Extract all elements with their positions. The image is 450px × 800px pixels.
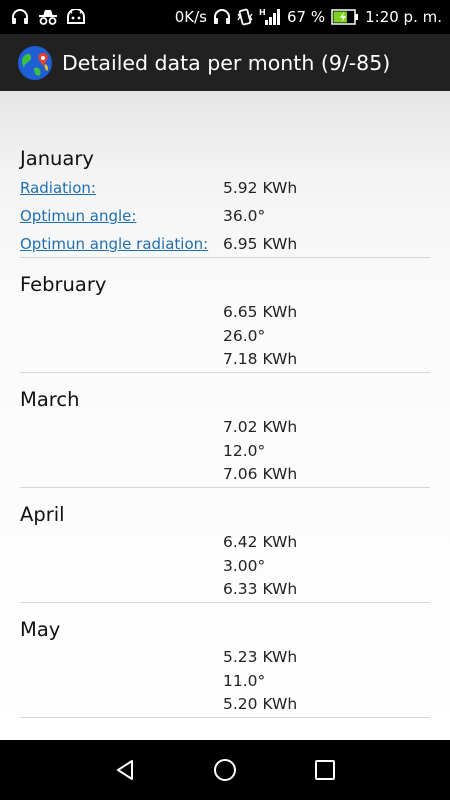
- radiation-value: 5.23 KWh: [223, 648, 298, 666]
- optimum-angle-value: 11.0°: [223, 672, 266, 690]
- headset-icon: [10, 8, 30, 26]
- app-bar: Detailed data per month (9/-85): [0, 34, 450, 91]
- optimum-angle-radiation-value: 7.18 KWh: [223, 350, 298, 368]
- month-name: May: [20, 618, 61, 641]
- month-name: March: [20, 388, 80, 411]
- data-row-radiation: 6.65 KWh: [20, 303, 430, 325]
- optimum-angle-value: 26.0°: [223, 327, 266, 345]
- radiation-value: 6.42 KWh: [223, 533, 298, 551]
- data-row-optimum-angle-radiation: 7.18 KWh: [20, 350, 430, 372]
- globe-pin-icon[interactable]: [16, 44, 54, 82]
- navigation-bar: [0, 740, 450, 800]
- battery-charging-icon: [331, 9, 359, 25]
- status-bar: 0K/s H 67 % 1:20 p. m.: [0, 0, 450, 34]
- radiation-value: 7.02 KWh: [223, 418, 298, 436]
- monthly-data-list[interactable]: January Radiation: 5.92 KWh Optimun angl…: [0, 91, 450, 740]
- clock: 1:20 p. m.: [365, 8, 442, 26]
- signal-type: H: [259, 8, 266, 17]
- optimum-angle-info-link[interactable]: Optimun angle:: [20, 207, 136, 225]
- optimum-angle-radiation-value: 7.06 KWh: [223, 465, 298, 483]
- data-row-radiation: 5.23 KWh: [20, 648, 430, 670]
- data-row-optimum-angle: 26.0°: [20, 327, 430, 349]
- recents-icon[interactable]: [314, 758, 336, 786]
- radiation-info-link[interactable]: Radiation:: [20, 179, 96, 197]
- status-right-icons: 0K/s H 67 % 1:20 p. m.: [175, 8, 450, 26]
- data-row-optimum-angle: Optimun angle: 36.0°: [20, 207, 430, 229]
- data-row-radiation: Radiation: 5.92 KWh: [20, 179, 430, 201]
- signal-icon: H: [259, 8, 281, 26]
- optimum-angle-radiation-value: 6.95 KWh: [223, 235, 298, 253]
- incognito-icon: [38, 9, 58, 25]
- radiation-value: 5.92 KWh: [223, 179, 298, 197]
- data-row-optimum-angle: 3.00°: [20, 557, 430, 579]
- month-section-march: March 7.02 KWh 12.0° 7.06 KWh: [20, 372, 430, 488]
- month-section-january: January Radiation: 5.92 KWh Optimun angl…: [20, 141, 430, 258]
- page-title: Detailed data per month (9/-85): [62, 50, 391, 75]
- optimum-angle-radiation-value: 5.20 KWh: [223, 695, 298, 713]
- optimum-angle-value: 12.0°: [223, 442, 266, 460]
- network-speed: 0K/s: [174, 8, 207, 26]
- optimum-angle-value: 36.0°: [223, 207, 266, 225]
- data-row-optimum-angle-radiation: Optimun angle radiation: 6.95 KWh: [20, 235, 430, 257]
- data-row-optimum-angle: 11.0°: [20, 672, 430, 694]
- home-icon[interactable]: [212, 758, 238, 786]
- month-name: January: [20, 147, 94, 170]
- data-row-optimum-angle: 12.0°: [20, 442, 430, 464]
- headphones-icon: [213, 8, 231, 26]
- month-section-april: April 6.42 KWh 3.00° 6.33 KWh: [20, 487, 430, 603]
- optimum-angle-radiation-value: 6.33 KWh: [223, 580, 298, 598]
- status-left-icons: [0, 8, 86, 26]
- vibrate-icon: [237, 8, 253, 26]
- data-row-radiation: 7.02 KWh: [20, 418, 430, 440]
- radiation-value: 6.65 KWh: [223, 303, 298, 321]
- month-section-may: May 5.23 KWh 11.0° 5.20 KWh: [20, 602, 430, 718]
- data-row-optimum-angle-radiation: 5.20 KWh: [20, 695, 430, 717]
- month-name: April: [20, 503, 65, 526]
- optimum-angle-value: 3.00°: [223, 557, 266, 575]
- month-name: February: [20, 273, 107, 296]
- data-row-radiation: 6.42 KWh: [20, 533, 430, 555]
- data-row-optimum-angle-radiation: 7.06 KWh: [20, 465, 430, 487]
- back-icon[interactable]: [113, 758, 137, 786]
- data-row-optimum-angle-radiation: 6.33 KWh: [20, 580, 430, 602]
- optimum-angle-radiation-info-link[interactable]: Optimun angle radiation:: [20, 235, 208, 253]
- month-section-february: February 6.65 KWh 26.0° 7.18 KWh: [20, 257, 430, 373]
- android-debug-icon: [66, 9, 86, 25]
- battery-percent: 67 %: [287, 8, 326, 26]
